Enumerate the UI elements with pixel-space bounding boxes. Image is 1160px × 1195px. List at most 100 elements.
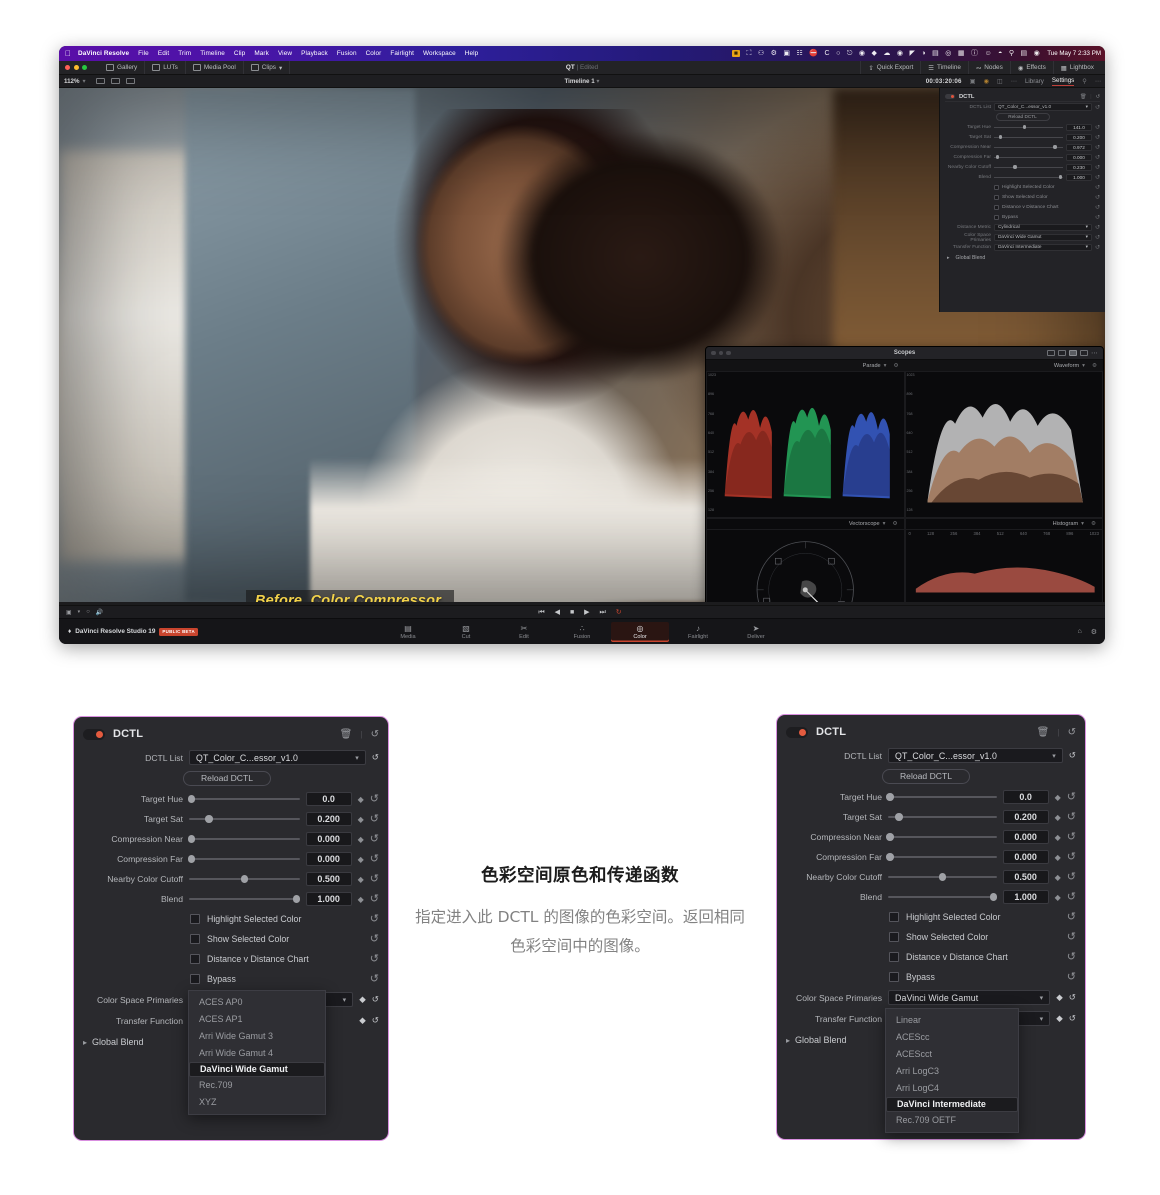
layout-2up-icon[interactable] [1058, 350, 1066, 356]
keyframe-icon[interactable]: ◆ [1055, 853, 1061, 862]
tab-library[interactable]: Library [1025, 78, 1044, 85]
dropdown-option[interactable]: XYZ [189, 1094, 325, 1111]
param-slider[interactable] [888, 890, 998, 904]
scope-histogram[interactable]: Histogram ▾ ⚙ 0 128 256 384 512 640 768 896 1023 [904, 518, 1103, 602]
menu-edit[interactable]: Edit [158, 50, 169, 57]
keyframe-icon[interactable]: ◆ [1055, 793, 1061, 802]
apple-icon[interactable]:  [65, 49, 71, 58]
menu-help[interactable]: Help [465, 50, 479, 57]
cursor-icon[interactable]: ◤ [909, 50, 914, 57]
param-slider[interactable] [886, 790, 997, 804]
reset-icon[interactable]: ↺ [1095, 224, 1100, 231]
display-icon[interactable]: ▣ [783, 50, 790, 57]
reset-icon[interactable]: ↺ [370, 833, 379, 845]
param-slider[interactable] [994, 165, 1063, 169]
keyframe-icon[interactable]: ◆ [1055, 893, 1061, 902]
menubar-clock[interactable]: Tue May 7 2:33 PM [1047, 50, 1101, 57]
reset-icon[interactable]: ↺ [371, 729, 379, 740]
trash-icon[interactable]: 🗑 [340, 729, 353, 740]
reset-icon[interactable]: ↺ [1095, 214, 1100, 221]
menu-mark[interactable]: Mark [254, 50, 269, 57]
keyframe-icon[interactable]: ◆ [358, 795, 364, 804]
highlighted-status-icon[interactable]: ■ [732, 50, 740, 57]
lightbox-button[interactable]: ▦ Lightbox [1052, 61, 1101, 74]
gear-icon[interactable]: ⚙ [1091, 628, 1097, 636]
keyframe-icon[interactable]: ◆ [358, 855, 364, 864]
menu-trim[interactable]: Trim [178, 50, 191, 57]
timeline-button[interactable]: ☰ Timeline [920, 61, 968, 74]
page-tab-cut[interactable]: ▧ Cut [437, 622, 495, 642]
trash-icon[interactable]: 🗑 [1080, 94, 1087, 100]
keyframe-icon[interactable]: ◆ [1055, 873, 1061, 882]
keyframe-icon[interactable]: ◆ [1056, 992, 1063, 1003]
param-value[interactable]: 141.0 [1065, 124, 1092, 131]
menu-file[interactable]: File [138, 50, 149, 57]
inspector-reload-dctl-button[interactable]: Reload DCTL [995, 113, 1050, 121]
checkbox[interactable] [994, 205, 999, 210]
param-value[interactable]: 0.200 [1065, 134, 1092, 141]
checkbox-row[interactable]: Distance v Distance Chart ↺ [83, 949, 379, 969]
scope-vectorscope[interactable]: Vectorscope ▾ ⚙ [706, 518, 905, 602]
menu-app-name[interactable]: DaVinci Resolve [78, 50, 129, 57]
keyframe-icon[interactable]: ◆ [359, 994, 366, 1005]
param-slider[interactable] [189, 892, 301, 906]
c-icon[interactable]: C [825, 50, 830, 57]
keyframe-icon[interactable]: ◆ [1055, 813, 1061, 822]
checkbox[interactable] [190, 954, 200, 964]
checkbox[interactable] [190, 934, 200, 944]
search-icon[interactable]: ⚲ [1009, 50, 1014, 57]
dropdown-option[interactable]: Rec.709 [189, 1077, 325, 1094]
param-slider[interactable] [888, 810, 997, 824]
reset-icon[interactable]: ↺ [1095, 234, 1100, 241]
param-value[interactable]: 0.200 [305, 812, 352, 826]
checkbox-row[interactable]: Bypass ↺ [786, 967, 1076, 987]
reset-icon[interactable]: ↺ [370, 933, 379, 945]
param-slider[interactable] [994, 175, 1063, 179]
reset-icon[interactable]: ↺ [1067, 891, 1076, 903]
battery-icon[interactable]: ⚇ [758, 50, 764, 57]
tab-settings[interactable]: Settings [1051, 77, 1075, 86]
wifi-icon[interactable]: ◓ [998, 50, 1002, 57]
param-slider[interactable] [994, 155, 1063, 159]
clipboard-icon[interactable]: ☷ [797, 50, 803, 57]
menu-workspace[interactable]: Workspace [423, 50, 456, 57]
param-value[interactable]: 0.500 [1002, 870, 1049, 884]
param-value[interactable]: 0.0 [1002, 790, 1049, 804]
quick-export-button[interactable]: ⇪ Quick Export [860, 61, 920, 74]
clock-icon[interactable]: ○ [836, 50, 840, 57]
reset-icon[interactable]: ↺ [1095, 134, 1100, 141]
columns-icon[interactable]: ▤ [932, 50, 939, 57]
param-slider[interactable] [994, 135, 1063, 139]
dropdown-option[interactable]: ACEScct [886, 1046, 1018, 1063]
cloud-icon[interactable]: ☁ [883, 50, 890, 57]
reset-icon[interactable]: ↺ [1067, 931, 1076, 943]
step-back-icon[interactable]: ◀ [555, 609, 564, 616]
reset-icon[interactable]: ↺ [1067, 951, 1076, 963]
color-wheel-icon[interactable]: ◉ [984, 78, 989, 85]
reload-dctl-button[interactable]: Reload DCTL [183, 771, 271, 786]
reset-icon[interactable]: ↺ [1095, 174, 1100, 181]
reset-icon[interactable]: ↺ [1067, 871, 1076, 883]
reset-icon[interactable]: ↺ [370, 913, 379, 925]
page-tab-color[interactable]: ◎ Color [611, 621, 669, 642]
scope-waveform[interactable]: 1023 896 768 640 512 384 256 128 [904, 371, 1103, 518]
reset-icon[interactable]: ↺ [1069, 1013, 1076, 1024]
dctl-enable-toggle[interactable] [786, 726, 808, 738]
dropdown-option[interactable]: DaVinci Intermediate [886, 1097, 1018, 1112]
reset-icon[interactable]: ↺ [1068, 727, 1076, 738]
scope-select-histogram[interactable]: Histogram ▾ ⚙ [906, 519, 1103, 529]
trash-icon[interactable]: 🗑 [1037, 727, 1050, 738]
inspector-checkbox-row[interactable]: Distance v Distance Chart ↺ [945, 203, 1100, 213]
checkbox-row[interactable]: Show Selected Color ↺ [83, 929, 379, 949]
settings-icon[interactable]: ⚙ [893, 363, 898, 369]
layout-1up-icon[interactable] [1047, 350, 1055, 356]
search-icon[interactable]: ⚲ [1082, 78, 1087, 85]
dropdown-option[interactable]: Rec.709 OETF [886, 1112, 1018, 1129]
param-value[interactable]: 1.000 [1065, 174, 1092, 181]
param-value[interactable]: 0.200 [1002, 810, 1049, 824]
reset-icon[interactable]: ↺ [370, 873, 379, 885]
reset-icon[interactable]: ↺ [1095, 124, 1100, 131]
menu-fusion[interactable]: Fusion [337, 50, 357, 57]
settings-icon[interactable]: ⚙ [1091, 521, 1096, 527]
reset-icon[interactable]: ↺ [1067, 911, 1076, 923]
